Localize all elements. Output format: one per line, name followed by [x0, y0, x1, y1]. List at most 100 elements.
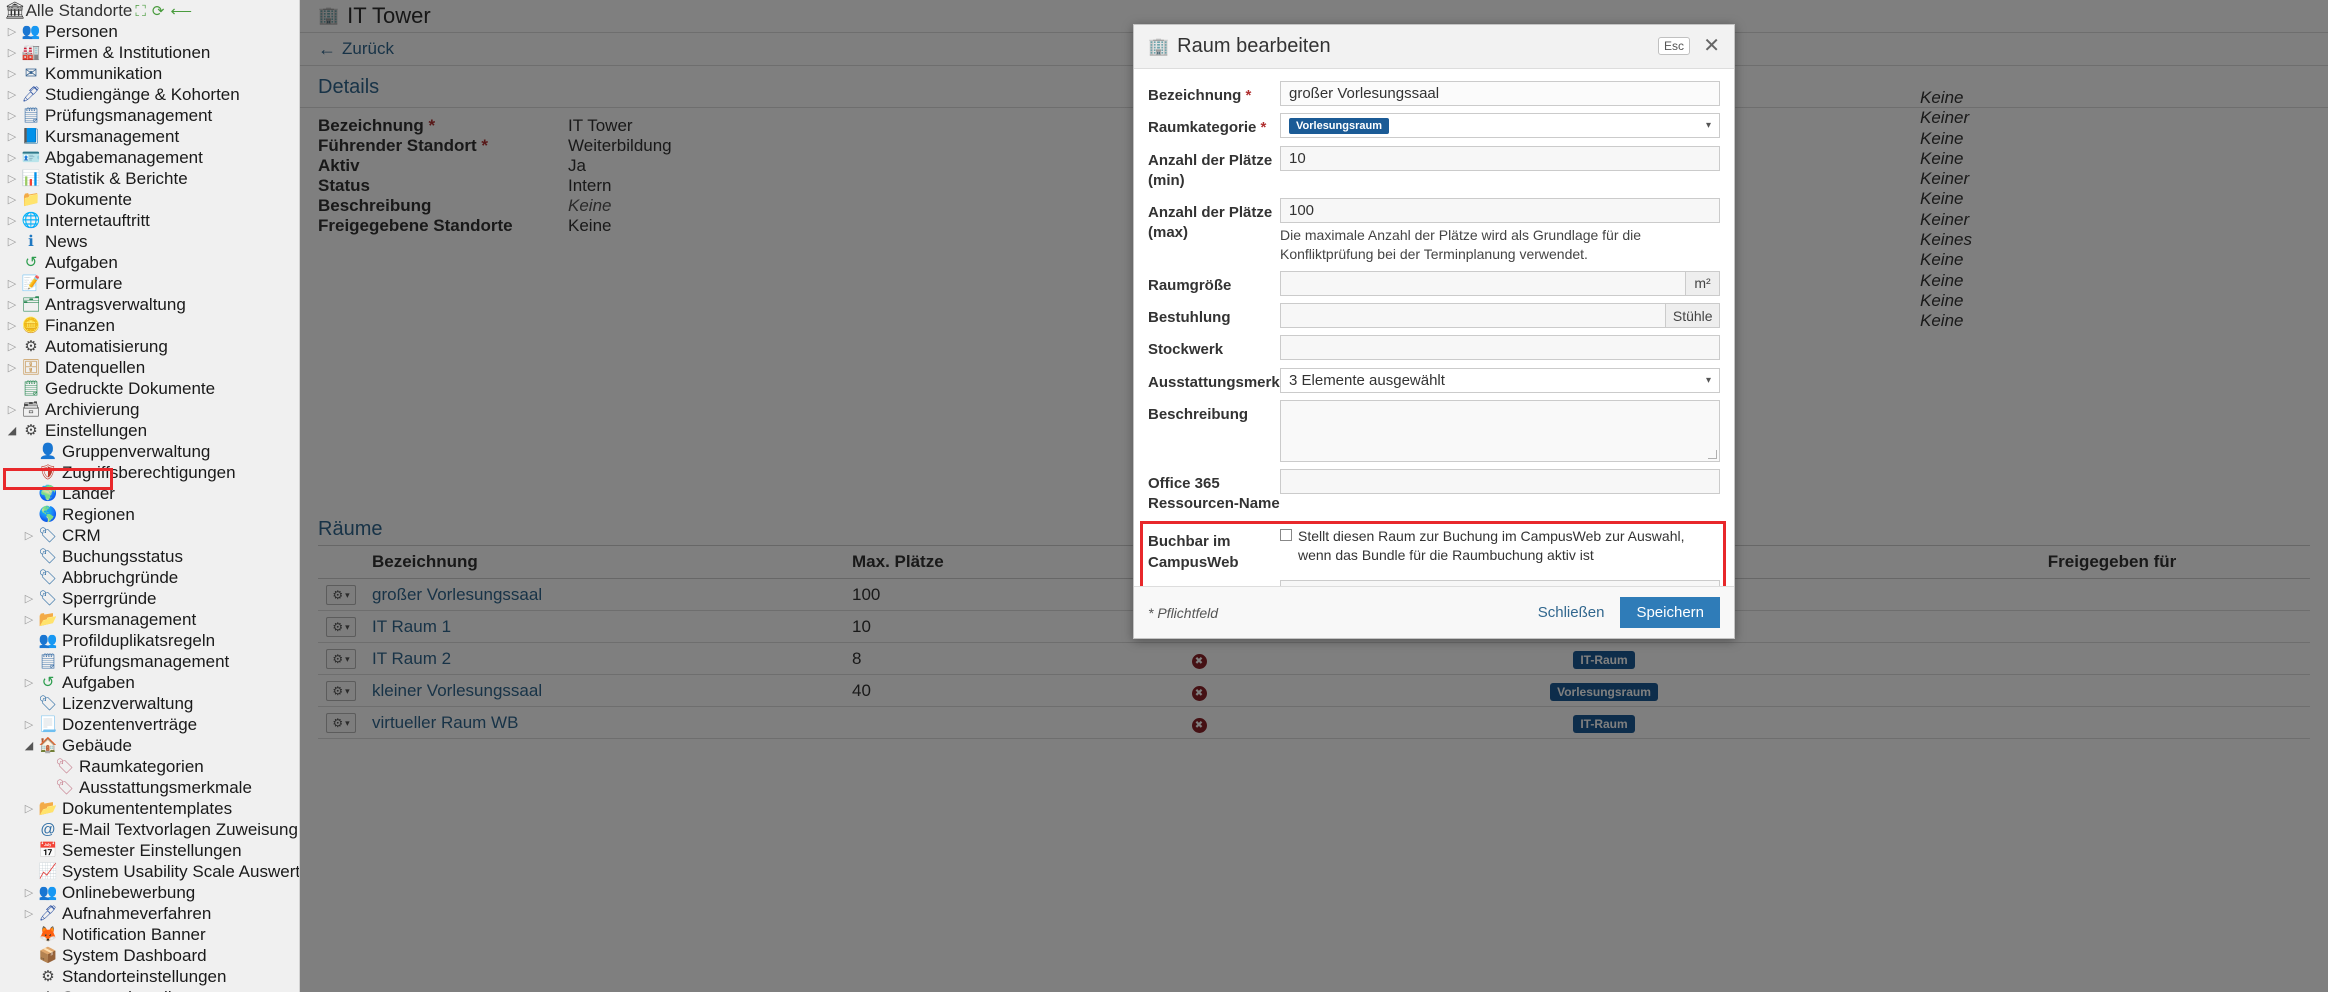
- field-plaetze-min[interactable]: Anzahl der Plätze (min) 10: [1134, 145, 1734, 192]
- chevron-right-icon[interactable]: ▷: [4, 319, 20, 332]
- dialog-body[interactable]: Bezeichnung * großer Vorlesungssaal Raum…: [1134, 69, 1734, 586]
- bezeichnung-input[interactable]: großer Vorlesungssaal: [1280, 81, 1720, 106]
- field-plaetze-max[interactable]: Anzahl der Plätze (max) 100 Die maximale…: [1134, 198, 1734, 264]
- sidebar-item-system-dashboard[interactable]: 📦 System Dashboard: [0, 945, 299, 966]
- sidebar-item-abbruchgr-nde[interactable]: 🏷 Abbruchgründe: [0, 567, 299, 588]
- close-icon[interactable]: ✕: [1703, 33, 1720, 58]
- beschreibung-textarea[interactable]: [1280, 399, 1720, 462]
- sidebar-item-regionen[interactable]: 🌎 Regionen: [0, 504, 299, 525]
- field-office365[interactable]: Office 365 Ressourcen-Name: [1134, 468, 1734, 515]
- sidebar-item-news[interactable]: ▷ ℹ News: [0, 231, 299, 252]
- chevron-down-icon[interactable]: ◢: [21, 739, 37, 752]
- chevron-right-icon[interactable]: ▷: [4, 46, 20, 59]
- field-raumkategorie[interactable]: Raumkategorie * Vorlesungsraum ▾: [1134, 113, 1734, 139]
- sidebar-item-profilduplikatsregeln[interactable]: 👥 Profilduplikatsregeln: [0, 630, 299, 651]
- sidebar-item-lizenzverwaltung[interactable]: 🏷 Lizenzverwaltung: [0, 693, 299, 714]
- sidebar-item-pr-fungsmanagement[interactable]: 🗒 Prüfungsmanagement: [0, 651, 299, 672]
- chevron-right-icon[interactable]: ▷: [21, 802, 37, 815]
- sidebar-item-antragsverwaltung[interactable]: ▷ 🗂 Antragsverwaltung: [0, 294, 299, 315]
- chevron-right-icon[interactable]: ▷: [21, 718, 37, 731]
- sidebar-item-raumkategorien[interactable]: 🏷 Raumkategorien: [0, 756, 299, 777]
- plaetze-max-input[interactable]: 100: [1280, 198, 1720, 223]
- chevron-right-icon[interactable]: ▷: [4, 277, 20, 290]
- chevron-right-icon[interactable]: ▷: [4, 67, 20, 80]
- sidebar-item-system-usability-scale-auswertung[interactable]: 📈System Usability Scale Auswertung: [0, 861, 299, 882]
- sidebar-item-dokumententemplates[interactable]: ▷ 📂 Dokumententemplates: [0, 798, 299, 819]
- edit-room-dialog[interactable]: 🏢 Raum bearbeiten Esc ✕ Bezeichnung * gr…: [1133, 24, 1735, 639]
- sidebar-item-buchungsstatus[interactable]: 🏷 Buchungsstatus: [0, 546, 299, 567]
- chevron-right-icon[interactable]: ▷: [21, 907, 37, 920]
- sidebar-item-zugriffsberechtigungen[interactable]: 🛡 Zugriffsberechtigungen: [0, 462, 299, 483]
- chevron-right-icon[interactable]: ▷: [4, 340, 20, 353]
- sidebar-root-item[interactable]: 🏛 Alle Standorte ⛶ ⟳ ⟵: [0, 0, 299, 21]
- sidebar-item-personen[interactable]: ▷ 👥 Personen: [0, 21, 299, 42]
- sidebar-item-semester-einstellungen[interactable]: 📅 Semester Einstellungen: [0, 840, 299, 861]
- refresh-icon[interactable]: ⟳: [152, 2, 165, 20]
- chevron-right-icon[interactable]: ▷: [4, 109, 20, 122]
- sidebar-item-onlinebewerbung[interactable]: ▷ 👥 Onlinebewerbung: [0, 882, 299, 903]
- sidebar-item-kursmanagement[interactable]: ▷ 📘 Kursmanagement: [0, 126, 299, 147]
- field-bezeichnung[interactable]: Bezeichnung * großer Vorlesungssaal: [1134, 81, 1734, 106]
- sidebar-item-statistik-berichte[interactable]: ▷ 📊 Statistik & Berichte: [0, 168, 299, 189]
- sidebar-item-standorteinstellungen[interactable]: ⚙ Standorteinstellungen: [0, 966, 299, 987]
- chevron-right-icon[interactable]: ▷: [4, 88, 20, 101]
- sidebar-item-kommunikation[interactable]: ▷ ✉ Kommunikation: [0, 63, 299, 84]
- sidebar-item-datenquellen[interactable]: ▷ 🗄 Datenquellen: [0, 357, 299, 378]
- field-bestuhlung[interactable]: Bestuhlung Stühle: [1134, 303, 1734, 329]
- sidebar-item-internetauftritt[interactable]: ▷ 🌐 Internetauftritt: [0, 210, 299, 231]
- chevron-right-icon[interactable]: ▷: [21, 592, 37, 605]
- max-buchbare-zeit-input[interactable]: [1280, 579, 1720, 586]
- back-arrow-icon[interactable]: ⟵: [170, 2, 192, 20]
- sidebar-item-l-nder[interactable]: 🌍 Länder: [0, 483, 299, 504]
- sidebar-item-pr-fungsmanagement[interactable]: ▷ 🗒 Prüfungsmanagement: [0, 105, 299, 126]
- chevron-right-icon[interactable]: ▷: [4, 214, 20, 227]
- close-button[interactable]: Schließen: [1538, 604, 1605, 621]
- field-buchbar-campusweb[interactable]: Buchbar im CampusWeb Stellt diesen Raum …: [1134, 521, 1734, 573]
- sidebar-item-einstellungen[interactable]: ◢ ⚙ Einstellungen: [0, 420, 299, 441]
- chevron-right-icon[interactable]: ▷: [4, 25, 20, 38]
- sidebar-item-gedruckte-dokumente[interactable]: 🗒 Gedruckte Dokumente: [0, 378, 299, 399]
- sidebar-item-studieng-nge-kohorten[interactable]: ▷ 🖊 Studiengänge & Kohorten: [0, 84, 299, 105]
- office365-input[interactable]: [1280, 468, 1720, 494]
- sidebar-item-dozentenvertr-ge[interactable]: ▷ 📃 Dozentenverträge: [0, 714, 299, 735]
- sidebar-item-kursmanagement[interactable]: ▷ 📂 Kursmanagement: [0, 609, 299, 630]
- plaetze-min-input[interactable]: 10: [1280, 145, 1720, 171]
- sidebar-item-ausstattungsmerkmale[interactable]: 🏷 Ausstattungsmerkmale: [0, 777, 299, 798]
- buchbar-campusweb-checkbox[interactable]: [1280, 529, 1292, 542]
- sidebar-item-aufgaben[interactable]: ↺ Aufgaben: [0, 252, 299, 273]
- sidebar-item-automatisierung[interactable]: ▷ ⚙ Automatisierung: [0, 336, 299, 357]
- sidebar-toolbar[interactable]: ⛶ ⟳ ⟵: [135, 2, 192, 21]
- sidebar-item-geb-ude[interactable]: ◢ 🏠 Gebäude: [0, 735, 299, 756]
- raumgroesse-input[interactable]: [1280, 270, 1686, 296]
- chevron-right-icon[interactable]: ▷: [21, 613, 37, 626]
- chevron-right-icon[interactable]: ▷: [4, 130, 20, 143]
- ausstattungsmerkmale-select[interactable]: 3 Elemente ausgewählt ▾: [1280, 367, 1720, 393]
- chevron-right-icon[interactable]: ▷: [4, 361, 20, 374]
- sidebar-item-notification-banner[interactable]: 🦊 Notification Banner: [0, 924, 299, 945]
- chevron-right-icon[interactable]: ▷: [21, 676, 37, 689]
- sidebar-item-dokumente[interactable]: ▷ 📁 Dokumente: [0, 189, 299, 210]
- chevron-right-icon[interactable]: ▷: [4, 193, 20, 206]
- chevron-right-icon[interactable]: ▷: [4, 403, 20, 416]
- sidebar-item-systemeinstellungen[interactable]: ⚙Systemeinstellungen: [0, 987, 299, 992]
- chevron-down-icon[interactable]: ◢: [4, 424, 20, 437]
- collapse-all-icon[interactable]: ⛶: [135, 3, 146, 20]
- field-ausstattungsmerkmale[interactable]: Ausstattungsmerkmale 3 Elemente ausgewäh…: [1134, 367, 1734, 393]
- chevron-right-icon[interactable]: ▷: [4, 298, 20, 311]
- sidebar-item-aufnahmeverfahren[interactable]: ▷ 🖊 Aufnahmeverfahren: [0, 903, 299, 924]
- field-stockwerk[interactable]: Stockwerk: [1134, 335, 1734, 361]
- bestuhlung-input[interactable]: [1280, 303, 1666, 329]
- field-max-buchbare-zeit[interactable]: Max. buchbare Zeit in Minuten Ist keine …: [1134, 579, 1734, 586]
- sidebar-item-gruppenverwaltung[interactable]: 👤 Gruppenverwaltung: [0, 441, 299, 462]
- chevron-right-icon[interactable]: ▷: [21, 529, 37, 542]
- raumkategorie-select[interactable]: Vorlesungsraum ▾: [1280, 113, 1720, 139]
- sidebar-item-archivierung[interactable]: ▷ 🗃 Archivierung: [0, 399, 299, 420]
- sidebar-item-formulare[interactable]: ▷ 📝 Formulare: [0, 273, 299, 294]
- chevron-right-icon[interactable]: ▷: [4, 235, 20, 248]
- chevron-right-icon[interactable]: ▷: [4, 151, 20, 164]
- chevron-right-icon[interactable]: ▷: [4, 172, 20, 185]
- save-button[interactable]: Speichern: [1620, 597, 1720, 628]
- sidebar-item-aufgaben[interactable]: ▷ ↺ Aufgaben: [0, 672, 299, 693]
- sidebar-item-firmen-institutionen[interactable]: ▷ 🏭 Firmen & Institutionen: [0, 42, 299, 63]
- chevron-right-icon[interactable]: ▷: [21, 886, 37, 899]
